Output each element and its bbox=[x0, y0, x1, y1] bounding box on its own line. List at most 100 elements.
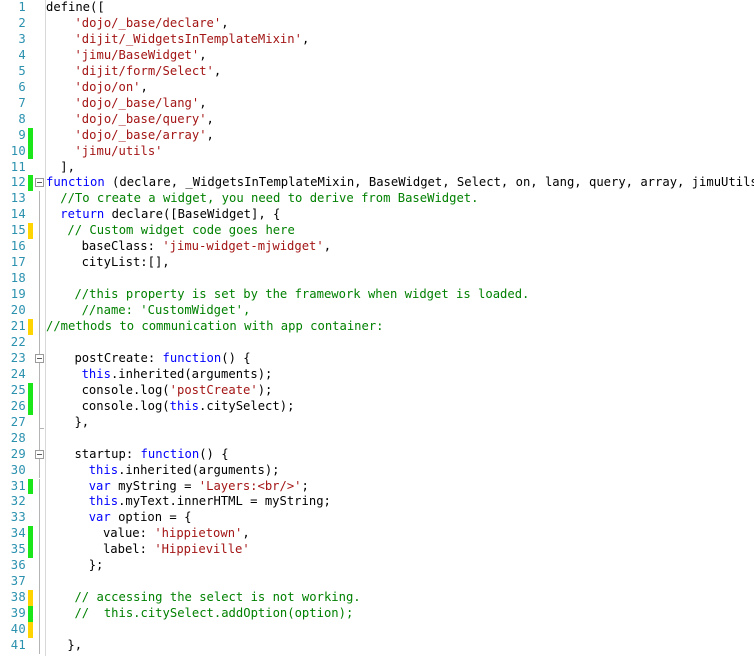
code-line-text[interactable]: this.inherited(arguments); bbox=[89, 463, 280, 479]
line-number: 16 bbox=[10, 239, 26, 254]
code-line[interactable]: 10 'jimu/utils' bbox=[0, 143, 754, 160]
token-plain: , bbox=[242, 526, 250, 541]
code-line-text[interactable]: startup: function() { bbox=[74, 447, 228, 463]
code-line-text[interactable]: }, bbox=[67, 638, 82, 654]
code-line[interactable]: 40 bbox=[0, 622, 754, 638]
code-line[interactable]: 35 label: 'Hippieville' bbox=[0, 542, 754, 559]
code-line[interactable]: 41}, bbox=[0, 638, 754, 654]
code-line[interactable]: 13 //To create a widget, you need to deri… bbox=[0, 191, 754, 208]
fold-guide-line bbox=[39, 334, 40, 351]
code-line[interactable]: 38 // accessing the select is not working… bbox=[0, 590, 754, 607]
code-line-text[interactable]: var myString = 'Layers:<br/>'; bbox=[89, 479, 309, 495]
code-line[interactable]: 39 // this.citySelect.addOption(option); bbox=[0, 606, 754, 623]
code-line-text[interactable]: this.myText.innerHTML = myString; bbox=[89, 494, 331, 510]
collapse-minus-icon[interactable] bbox=[35, 353, 44, 363]
fold-guide-line bbox=[39, 271, 40, 288]
collapse-minus-icon[interactable] bbox=[35, 178, 44, 188]
code-line-text[interactable]: 'dijit/form/Select', bbox=[74, 64, 221, 80]
code-line[interactable]: 5 'dijit/form/Select', bbox=[0, 64, 754, 80]
code-line[interactable]: 29 startup: function() { bbox=[0, 446, 754, 463]
code-line-text[interactable]: var option = { bbox=[89, 510, 192, 526]
code-line-text[interactable]: value: 'hippietown', bbox=[103, 526, 250, 542]
token-keyword: function bbox=[46, 175, 105, 190]
code-line[interactable]: 25 console.log('postCreate'); bbox=[0, 382, 754, 399]
code-line-text[interactable]: 'dojo/_base/array', bbox=[74, 128, 213, 144]
code-line-text[interactable]: 'dijit/_WidgetsInTemplateMixin', bbox=[74, 32, 309, 48]
code-line-text[interactable]: this.inherited(arguments); bbox=[82, 367, 273, 383]
fold-region-end-icon bbox=[39, 427, 44, 429]
token-plain: }, bbox=[67, 638, 83, 652]
code-line-text[interactable]: //this property is set by the framework … bbox=[74, 287, 529, 303]
code-line[interactable]: 24 this.inherited(arguments); bbox=[0, 366, 754, 383]
token-string: 'dojo/on' bbox=[74, 79, 141, 94]
code-line[interactable]: 4 'jimu/BaseWidget', bbox=[0, 48, 754, 64]
code-line-text[interactable]: function (declare, _WidgetsInTemplateMix… bbox=[46, 175, 754, 191]
code-line-text[interactable]: 'dojo/_base/query', bbox=[74, 112, 213, 128]
code-line[interactable]: 20 //name: 'CustomWidget', bbox=[0, 303, 754, 319]
code-line[interactable]: 32 this.myText.innerHTML = myString; bbox=[0, 494, 754, 511]
code-line-text[interactable]: // Custom widget code goes here bbox=[67, 223, 294, 239]
code-editor[interactable]: 1 define([2 'dojo/_base/declare', 3 'dijit/_… bbox=[0, 0, 754, 656]
token-keyword: var bbox=[88, 510, 111, 525]
code-line[interactable]: 19 //this property is set by the framewor… bbox=[0, 287, 754, 304]
code-line[interactable]: 27}, bbox=[0, 414, 754, 431]
code-line[interactable]: 6 'dojo/on', bbox=[0, 80, 754, 96]
code-line[interactable]: 1 define([ bbox=[0, 0, 754, 16]
code-line-text[interactable]: console.log('postCreate'); bbox=[82, 383, 273, 399]
code-line[interactable]: 2 'dojo/_base/declare', bbox=[0, 16, 754, 32]
code-line-text[interactable]: 'jimu/BaseWidget', bbox=[74, 48, 206, 64]
token-string: 'Layers:<br/>' bbox=[198, 478, 302, 493]
code-line[interactable]: 28 bbox=[0, 430, 754, 447]
code-line-text[interactable]: }, bbox=[74, 415, 89, 431]
code-line[interactable]: 23 postCreate: function() { bbox=[0, 350, 754, 367]
code-line[interactable]: 7 'dojo/_base/lang', bbox=[0, 96, 754, 112]
code-line[interactable]: 12 function (declare, _WidgetsInTemplateM… bbox=[0, 175, 754, 192]
token-plain: define([ bbox=[46, 0, 105, 14]
code-line-text[interactable]: //methods to communication with app cont… bbox=[46, 319, 384, 335]
code-line[interactable]: 15 // Custom widget code goes here bbox=[0, 223, 754, 240]
code-line-text[interactable]: postCreate: function() { bbox=[74, 351, 250, 367]
code-line[interactable]: 9 'dojo/_base/array', bbox=[0, 127, 754, 144]
code-line-text[interactable]: 'dojo/_base/lang', bbox=[74, 96, 206, 112]
line-number: 6 bbox=[18, 79, 26, 94]
code-line[interactable]: 11], bbox=[0, 160, 754, 176]
code-line-text[interactable]: // this.citySelect.addOption(option); bbox=[74, 606, 353, 622]
code-line[interactable]: 18 bbox=[0, 271, 754, 288]
token-string: 'jimu-widget-mjwidget' bbox=[162, 239, 324, 254]
code-line-text[interactable]: baseClass: 'jimu-widget-mjwidget', bbox=[82, 239, 332, 255]
code-line-text[interactable]: label: 'Hippieville' bbox=[103, 542, 250, 558]
code-line[interactable]: 16 baseClass: 'jimu-widget-mjwidget', bbox=[0, 239, 754, 256]
code-line[interactable]: 31 var myString = 'Layers:<br/>'; bbox=[0, 478, 754, 495]
code-line-text[interactable]: }; bbox=[89, 558, 104, 574]
code-line[interactable]: 36}; bbox=[0, 558, 754, 575]
line-number: 25 bbox=[10, 382, 26, 397]
code-line-text[interactable]: //name: 'CustomWidget', bbox=[82, 303, 251, 319]
token-string: 'jimu/utils' bbox=[74, 143, 163, 158]
token-plain: , bbox=[206, 111, 214, 126]
code-line-text[interactable]: ], bbox=[60, 160, 75, 176]
code-line-text[interactable]: cityList:[], bbox=[82, 255, 170, 271]
code-line[interactable]: 17 cityList:[], bbox=[0, 255, 754, 272]
code-line[interactable]: 34 value: 'hippietown', bbox=[0, 526, 754, 543]
token-plain: , bbox=[206, 127, 214, 142]
code-line-text[interactable]: return declare([BaseWidget], { bbox=[60, 207, 280, 223]
code-line[interactable]: 8 'dojo/_base/query', bbox=[0, 112, 754, 128]
code-line[interactable]: 30 this.inherited(arguments); bbox=[0, 462, 754, 479]
token-plain: , bbox=[199, 47, 207, 62]
code-line[interactable]: 21 //methods to communication with app co… bbox=[0, 319, 754, 335]
code-line[interactable]: 26 console.log(this.citySelect); bbox=[0, 398, 754, 415]
code-line-text[interactable]: define([ bbox=[46, 0, 105, 16]
code-line[interactable]: 3 'dijit/_WidgetsInTemplateMixin', bbox=[0, 32, 754, 48]
code-line-text[interactable]: //To create a widget, you need to derive… bbox=[60, 191, 478, 207]
collapse-minus-icon[interactable] bbox=[35, 449, 44, 459]
code-line-text[interactable]: 'jimu/utils' bbox=[74, 144, 162, 160]
code-line-text[interactable]: // accessing the select is not working. bbox=[74, 590, 360, 606]
code-line[interactable]: 37 bbox=[0, 574, 754, 591]
code-line-text[interactable]: 'dojo/_base/declare', bbox=[74, 16, 228, 32]
token-plain: option = { bbox=[110, 510, 192, 525]
code-line-text[interactable]: 'dojo/on', bbox=[74, 80, 147, 96]
code-line-text[interactable]: console.log(this.citySelect); bbox=[82, 399, 295, 415]
code-line[interactable]: 33 var option = { bbox=[0, 510, 754, 527]
code-line[interactable]: 22 bbox=[0, 334, 754, 351]
code-line[interactable]: 14 return declare([BaseWidget], { bbox=[0, 207, 754, 224]
